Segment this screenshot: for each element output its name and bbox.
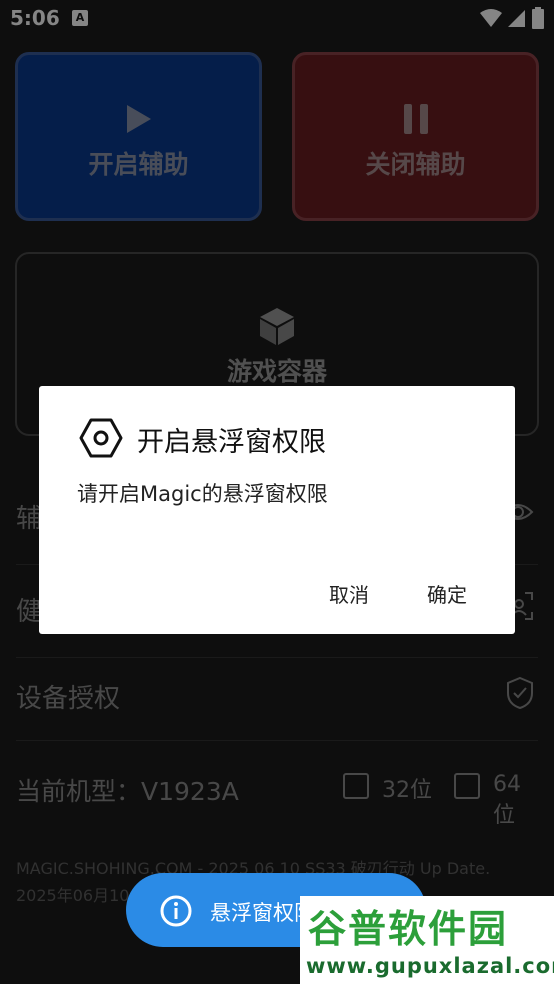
dialog-message: 请开启Magic的悬浮窗权限: [77, 482, 328, 506]
watermark-logo: 谷普软件园 www.gupuxlazal.com: [300, 896, 554, 984]
info-icon: [160, 895, 192, 927]
watermark-url: www.gupuxlazal.com: [306, 954, 554, 978]
watermark-brand: 谷普软件园: [308, 907, 509, 951]
cancel-button[interactable]: 取消: [329, 579, 369, 608]
hex-nut-icon: [79, 418, 123, 458]
permission-dialog: 开启悬浮窗权限 请开启Magic的悬浮窗权限 取消 确定: [39, 386, 515, 634]
confirm-button[interactable]: 确定: [427, 579, 467, 608]
dialog-title: 开启悬浮窗权限: [137, 427, 326, 458]
